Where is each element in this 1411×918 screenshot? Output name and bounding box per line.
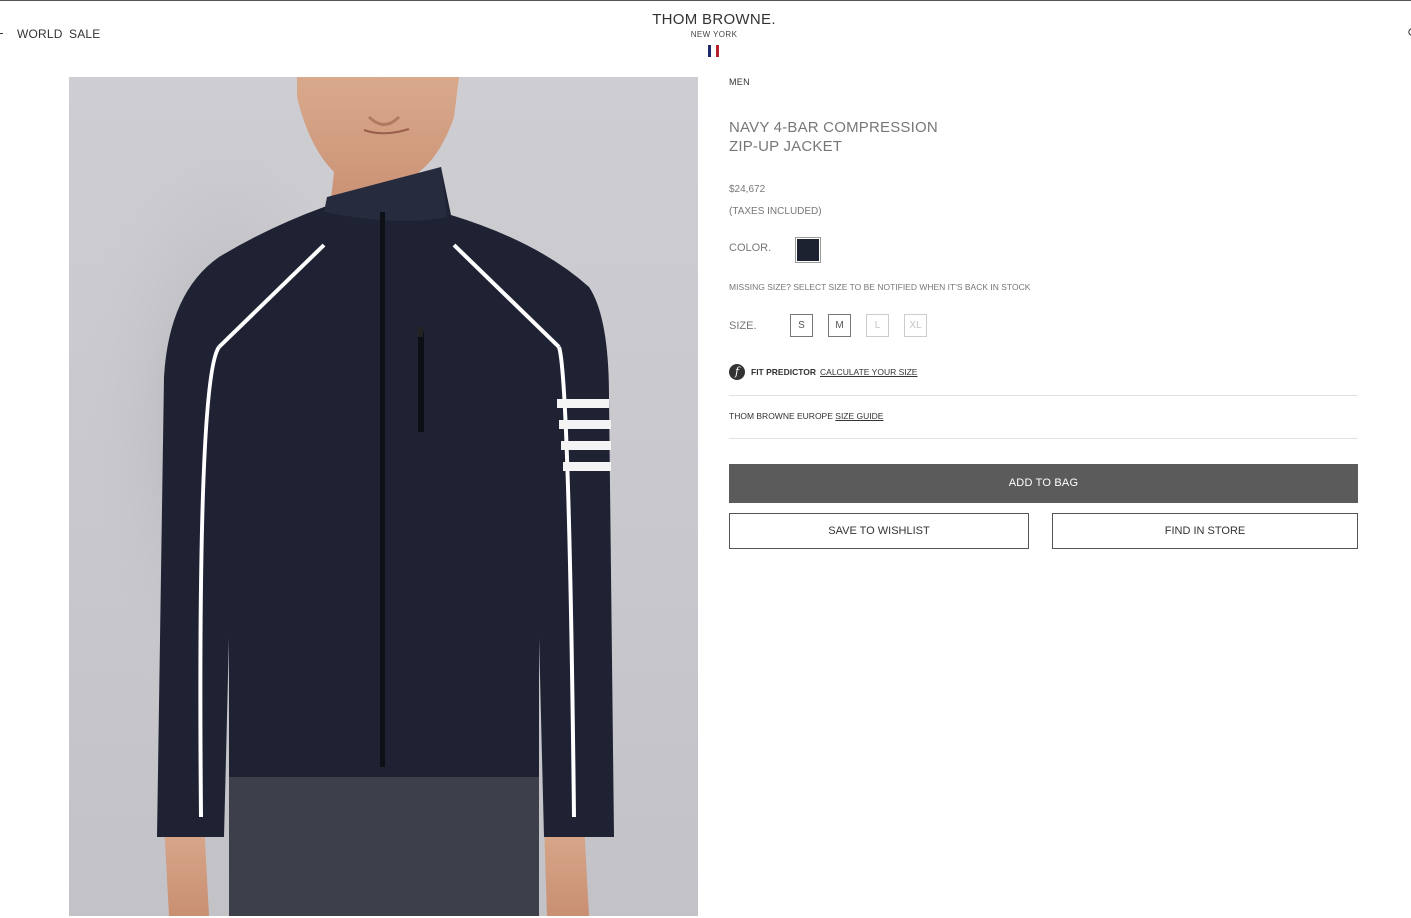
size-option-xl[interactable]: XL xyxy=(904,314,927,337)
fit-predictor-icon: f xyxy=(729,364,745,380)
jacket-illustration xyxy=(79,77,614,916)
product-price: $24,672 xyxy=(729,184,766,195)
color-label: COLOR. xyxy=(729,242,772,254)
divider xyxy=(729,438,1358,439)
size-label: SIZE. xyxy=(729,320,757,332)
divider xyxy=(729,395,1358,396)
breadcrumb[interactable]: MEN xyxy=(729,77,750,87)
size-option-l[interactable]: L xyxy=(866,314,889,337)
brand-name: THOM BROWNE. xyxy=(652,11,776,28)
color-swatch-navy[interactable] xyxy=(795,237,821,263)
calculate-size-link[interactable]: CALCULATE YOUR SIZE xyxy=(820,367,917,377)
tricolor-flag-icon xyxy=(708,45,720,57)
size-guide-row: THOM BROWNE EUROPE SIZE GUIDE xyxy=(729,411,883,421)
missing-size-note: MISSING SIZE? SELECT SIZE TO BE NOTIFIED… xyxy=(729,282,1031,292)
size-guide-link[interactable]: SIZE GUIDE xyxy=(835,411,883,421)
find-in-store-button[interactable]: FIND IN STORE xyxy=(1052,513,1358,549)
size-option-m[interactable]: M xyxy=(828,314,851,337)
add-to-bag-button[interactable]: ADD TO BAG xyxy=(729,464,1358,503)
fit-predictor-label: FIT PREDICTOR xyxy=(751,367,817,377)
product-image[interactable] xyxy=(69,77,698,916)
search-icon[interactable] xyxy=(1405,27,1411,41)
brand-subtitle: NEW YORK xyxy=(690,30,738,39)
size-option-s[interactable]: S xyxy=(790,314,813,337)
tax-note: (TAXES INCLUDED) xyxy=(729,206,822,217)
site-header: WORLD SALE THOM BROWNE. NEW YORK xyxy=(0,1,1411,77)
fit-predictor: f FIT PREDICTOR CALCULATE YOUR SIZE xyxy=(729,363,917,381)
product-title: NAVY 4-BAR COMPRESSION ZIP-UP JACKET xyxy=(729,119,938,155)
save-to-wishlist-button[interactable]: SAVE TO WISHLIST xyxy=(729,513,1029,549)
size-guide-prefix: THOM BROWNE EUROPE xyxy=(729,411,833,421)
brand-logo[interactable]: THOM BROWNE. NEW YORK xyxy=(0,11,1411,39)
